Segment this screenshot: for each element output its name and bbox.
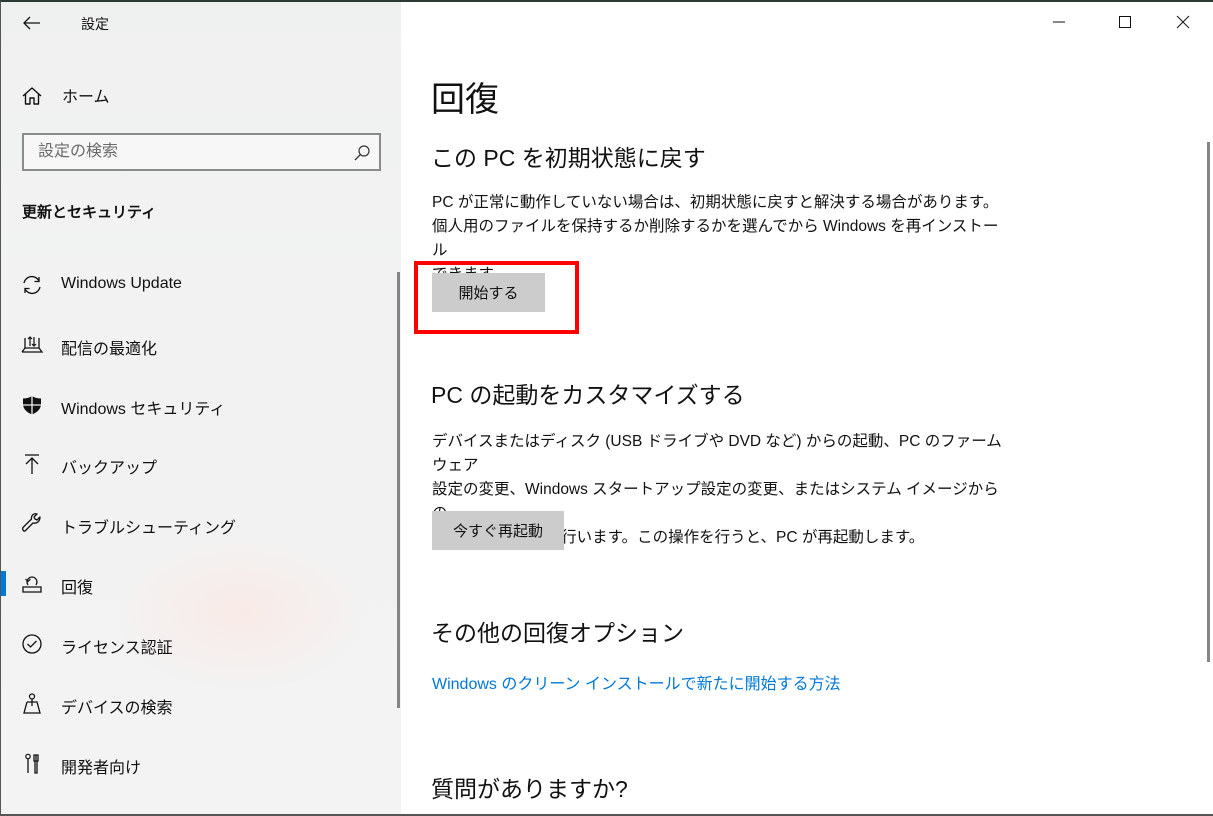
sidebar-item-developer[interactable]: 開発者向け: [1, 743, 393, 783]
search-input[interactable]: [24, 135, 344, 169]
sidebar-item-home[interactable]: ホーム: [1, 76, 401, 114]
sidebar-item-label: バックアップ: [61, 460, 158, 477]
sidebar-item-activation[interactable]: ライセンス認証: [1, 623, 393, 663]
clean-install-link[interactable]: Windows のクリーン インストールで新たに開始する方法: [432, 670, 841, 694]
find-device-icon: [23, 693, 41, 714]
advanced-startup-heading: PC の起動をカスタマイズする: [431, 382, 745, 408]
sidebar-item-label: トラブルシューティング: [61, 520, 237, 537]
questions-heading: 質問がありますか?: [431, 776, 628, 802]
maximize-icon: [1119, 16, 1131, 28]
home-icon: [22, 87, 42, 105]
check-circle-icon: [22, 634, 42, 654]
restart-now-button[interactable]: 今すぐ再起動: [432, 511, 564, 550]
sidebar-item-windows-update[interactable]: Windows Update: [1, 264, 393, 304]
close-icon: [1176, 15, 1190, 29]
maximize-button[interactable]: [1097, 4, 1153, 40]
back-arrow-icon: [23, 16, 40, 30]
close-button[interactable]: [1155, 4, 1211, 40]
get-started-button[interactable]: 開始する: [432, 273, 545, 312]
wrench-icon: [22, 513, 41, 532]
shield-icon: [23, 396, 41, 415]
sidebar-item-label: 配信の最適化: [61, 341, 158, 358]
sidebar-item-label: Windows Update: [61, 275, 182, 292]
section-title: 更新とセキュリティ: [22, 204, 157, 221]
minimize-icon: [1053, 21, 1065, 23]
sidebar-item-delivery-optimization[interactable]: 配信の最適化: [1, 324, 393, 364]
sidebar: 設定 ホーム 更新とセキュリティ Windows Update 配信の最適化 W…: [1, 2, 401, 814]
search-box: [22, 133, 381, 171]
sidebar-item-label: ホーム: [62, 89, 110, 106]
sidebar-item-recovery[interactable]: 回復: [1, 563, 393, 603]
sidebar-item-label: 回復: [61, 580, 94, 597]
sidebar-scrollbar[interactable]: [397, 272, 400, 708]
sidebar-item-label: ライセンス認証: [61, 640, 173, 657]
sidebar-item-backup[interactable]: バックアップ: [1, 443, 393, 483]
more-recovery-options-heading: その他の回復オプション: [431, 620, 684, 646]
app-title: 設定: [81, 16, 109, 32]
sidebar-item-troubleshoot[interactable]: トラブルシューティング: [1, 503, 393, 543]
sidebar-item-windows-security[interactable]: Windows セキュリティ: [1, 384, 393, 424]
backup-arrow-icon: [25, 454, 39, 474]
reset-pc-heading: この PC を初期状態に戻す: [431, 145, 706, 171]
search-icon[interactable]: [353, 144, 371, 162]
sidebar-item-label: 開発者向け: [61, 760, 142, 777]
page-title: 回復: [431, 81, 499, 119]
selection-indicator: [1, 571, 6, 596]
sync-icon: [23, 275, 41, 295]
description-line: 個人用のファイルを保持するか削除するかを選んでから Windows を再インスト…: [432, 218, 999, 259]
main-content: 回復 この PC を初期状態に戻す PC が正常に動作していない場合は、初期状態…: [401, 2, 1213, 814]
sidebar-item-label: デバイスの検索: [61, 700, 173, 717]
sidebar-item-find-device[interactable]: デバイスの検索: [1, 683, 393, 723]
minimize-button[interactable]: [1031, 4, 1087, 40]
developer-tools-icon: [25, 753, 39, 774]
recovery-icon: [22, 576, 42, 593]
sidebar-item-label: Windows セキュリティ: [61, 401, 226, 418]
main-scrollbar[interactable]: [1207, 142, 1210, 662]
description-line: PC が正常に動作していない場合は、初期状態に戻すと解決する場合があります。: [432, 194, 999, 211]
description-line: デバイスまたはディスク (USB ドライブや DVD など) からの起動、PC …: [432, 433, 1002, 474]
back-button[interactable]: [15, 8, 49, 38]
delivery-optimization-icon: [21, 336, 44, 353]
settings-window: 設定 ホーム 更新とセキュリティ Windows Update 配信の最適化 W…: [0, 0, 1213, 816]
